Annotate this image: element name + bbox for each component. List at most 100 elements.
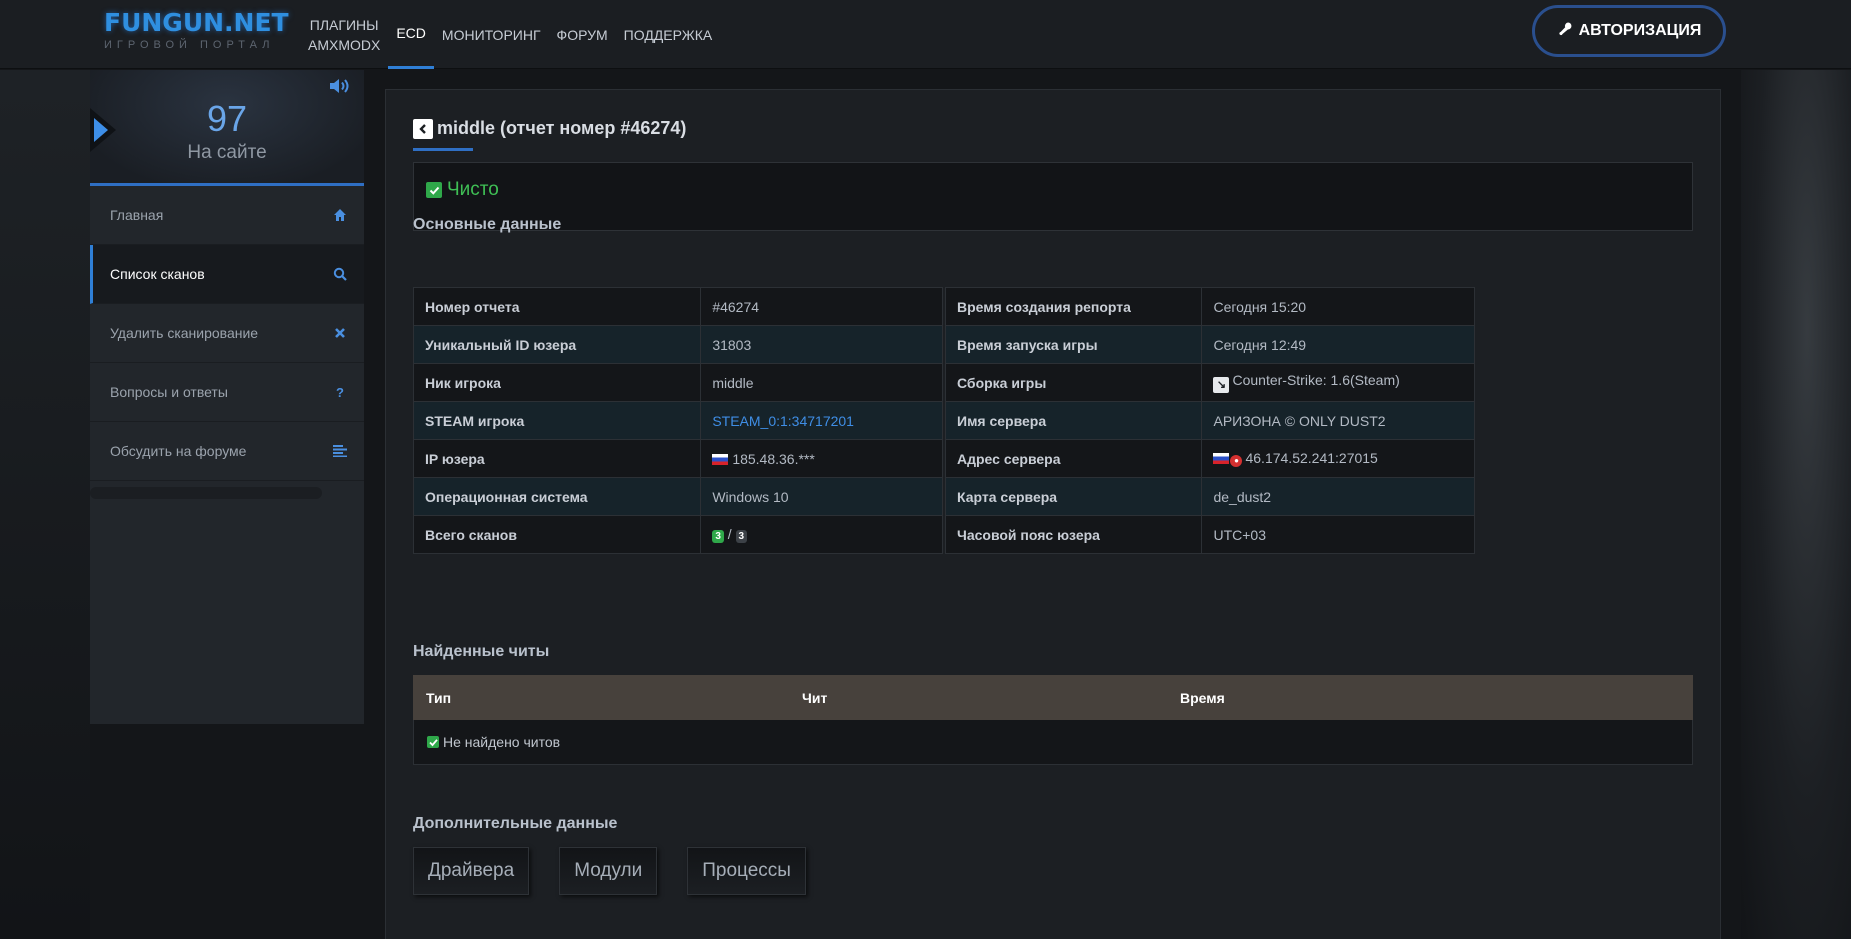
sidebar-item-faq[interactable]: Вопросы и ответы ?	[90, 363, 364, 422]
top-navbar: FUNGUN.NET ИГРОВОЙ ПОРТАЛ ПЛАГИНЫ AMXMODX…	[0, 0, 1851, 69]
processes-button[interactable]: Процессы	[687, 847, 806, 895]
table-row: STEAM игрока STEAM_0:1:34717201	[412, 401, 943, 440]
check-icon	[426, 182, 442, 198]
cell-key: Часовой пояс юзера	[944, 515, 1203, 554]
question-icon: ?	[336, 384, 344, 400]
section-extra-data: Дополнительные данные	[413, 815, 618, 832]
nav-monitoring[interactable]: МОНИТОРИНГ	[434, 0, 549, 69]
list-icon	[332, 443, 348, 459]
page-title: middle (отчет номер #46274)	[437, 118, 687, 138]
online-widget: 97 На сайте	[90, 70, 364, 186]
scan-separator: /	[727, 526, 732, 542]
nav-forum[interactable]: ФОРУМ	[549, 0, 616, 69]
site-logo[interactable]: FUNGUN.NET ИГРОВОЙ ПОРТАЛ	[104, 8, 289, 51]
nav-plugins[interactable]: ПЛАГИНЫ AMXMODX	[300, 0, 388, 69]
sidebar-item-label: Обсудить на форуме	[110, 443, 247, 459]
logo-subtitle: ИГРОВОЙ ПОРТАЛ	[104, 39, 275, 51]
sidebar: 97 На сайте Главная Список сканов Удалит…	[90, 70, 364, 724]
title-underline	[413, 148, 473, 151]
cell-key: STEAM игрока	[412, 401, 702, 440]
column-header-time: Время	[1180, 689, 1225, 706]
ip-value: 185.48.36.***	[732, 450, 815, 467]
info-table-left: Номер отчета #46274 Уникальный ID юзера 31…	[412, 287, 943, 554]
table-row: Операционная система Windows 10	[412, 477, 943, 516]
cell-value: Сегодня 12:49	[1201, 325, 1475, 364]
no-cheats-text: Не найдено читов	[443, 734, 561, 750]
check-icon	[427, 736, 439, 748]
search-icon	[332, 266, 348, 282]
volume-icon[interactable]	[328, 76, 354, 96]
column-header-type: Тип	[426, 689, 452, 706]
server-address: 46.174.52.241:27015	[1245, 450, 1378, 466]
report-header: middle (отчет номер #46274)	[413, 118, 686, 139]
nav-plugins-line1: ПЛАГИНЫ	[309, 16, 379, 33]
sidebar-item-scan-list[interactable]: Список сканов	[90, 245, 364, 304]
cheats-header: Тип Чит Время	[413, 675, 1693, 720]
main-nav: ПЛАГИНЫ AMXMODX ECD МОНИТОРИНГ ФОРУМ ПОДД…	[300, 0, 720, 69]
cell-key: Сборка игры	[944, 363, 1203, 402]
cell-value: UTC+03	[1201, 515, 1475, 554]
section-found-cheats: Найденные читы	[413, 643, 550, 660]
section-main-data: Основные данные	[413, 216, 562, 233]
table-row: Время создания репорта Сегодня 15:20	[944, 287, 1475, 326]
table-row: Не найдено читов	[413, 720, 1693, 765]
column-header-cheat: Чит	[802, 689, 828, 706]
modules-button[interactable]: Модули	[559, 847, 658, 895]
cell-value: ● 46.174.52.241:27015	[1201, 439, 1475, 478]
background-left	[0, 70, 90, 939]
cell-value: 3 / 3	[700, 515, 943, 554]
back-button[interactable]	[413, 118, 433, 139]
cell-value: middle	[700, 363, 943, 402]
table-row: Карта сервера de_dust2	[944, 477, 1475, 516]
cell-value: STEAM_0:1:34717201	[700, 401, 943, 440]
drivers-button[interactable]: Драйвера	[413, 847, 530, 895]
cell-key: Время запуска игры	[944, 325, 1203, 364]
info-table-right: Время создания репорта Сегодня 15:20 Врем…	[944, 287, 1475, 554]
extra-data-buttons: Драйвера Модули Процессы	[413, 847, 806, 895]
cell-value: 31803	[700, 325, 943, 364]
scan-count-badge: 3	[712, 530, 724, 543]
cell-key: Номер отчета	[412, 287, 702, 326]
table-row: Время запуска игры Сегодня 12:49	[944, 325, 1475, 364]
cell-key: Адрес сервера	[944, 439, 1203, 478]
cell-key: Уникальный ID юзера	[412, 325, 702, 364]
table-row: Ник игрока middle	[412, 363, 943, 402]
sidebar-scrollbar[interactable]	[90, 487, 322, 499]
counter-strike-icon: ↘	[1213, 377, 1230, 393]
steam-id-link[interactable]: STEAM_0:1:34717201	[712, 413, 854, 429]
status-text: Чисто	[447, 179, 499, 200]
russia-flag-icon	[712, 453, 729, 465]
table-row: Имя сервера АРИЗОНА © ONLY DUST2	[944, 401, 1475, 440]
steam-icon	[1557, 21, 1573, 42]
login-button[interactable]: АВТОРИЗАЦИЯ	[1532, 5, 1726, 57]
status-badge: Чисто	[426, 179, 499, 201]
online-count: 97	[206, 98, 248, 139]
table-row: Адрес сервера ● 46.174.52.241:27015	[944, 439, 1475, 478]
online-label: На сайте	[187, 142, 267, 163]
nav-ecd[interactable]: ECD	[388, 0, 434, 69]
sidebar-menu: Главная Список сканов Удалить сканирован…	[90, 186, 364, 481]
cell-key: Карта сервера	[944, 477, 1203, 516]
table-row: Номер отчета #46274	[412, 287, 943, 326]
table-row: Часовой пояс юзера UTC+03	[944, 515, 1475, 554]
sidebar-item-forum[interactable]: Обсудить на форуме	[90, 422, 364, 481]
sidebar-item-delete-scan[interactable]: Удалить сканирование	[90, 304, 364, 363]
table-row: Уникальный ID юзера 31803	[412, 325, 943, 364]
table-row: Всего сканов 3 / 3	[412, 515, 943, 554]
table-row: IP юзера 185.48.36.***	[412, 439, 943, 478]
russia-flag-icon	[1213, 453, 1230, 464]
sidebar-item-home[interactable]: Главная	[90, 186, 364, 245]
play-icon[interactable]	[94, 118, 108, 142]
cell-key: IP юзера	[412, 439, 702, 478]
report-panel: middle (отчет номер #46274) Чисто Основн…	[385, 89, 1721, 939]
table-row: Сборка игры ↘ Counter-Strike: 1.6(Steam)	[944, 363, 1475, 402]
cell-value: #46274	[700, 287, 943, 326]
cell-key: Ник игрока	[412, 363, 702, 402]
lock-icon: ●	[1230, 455, 1243, 467]
sidebar-item-label: Список сканов	[110, 266, 205, 282]
login-label: АВТОРИЗАЦИЯ	[1578, 22, 1702, 39]
nav-support[interactable]: ПОДДЕРЖКА	[616, 0, 721, 69]
cell-value: 185.48.36.***	[700, 439, 943, 478]
chevron-left-icon	[419, 123, 426, 134]
cell-value: ↘ Counter-Strike: 1.6(Steam)	[1201, 363, 1475, 402]
